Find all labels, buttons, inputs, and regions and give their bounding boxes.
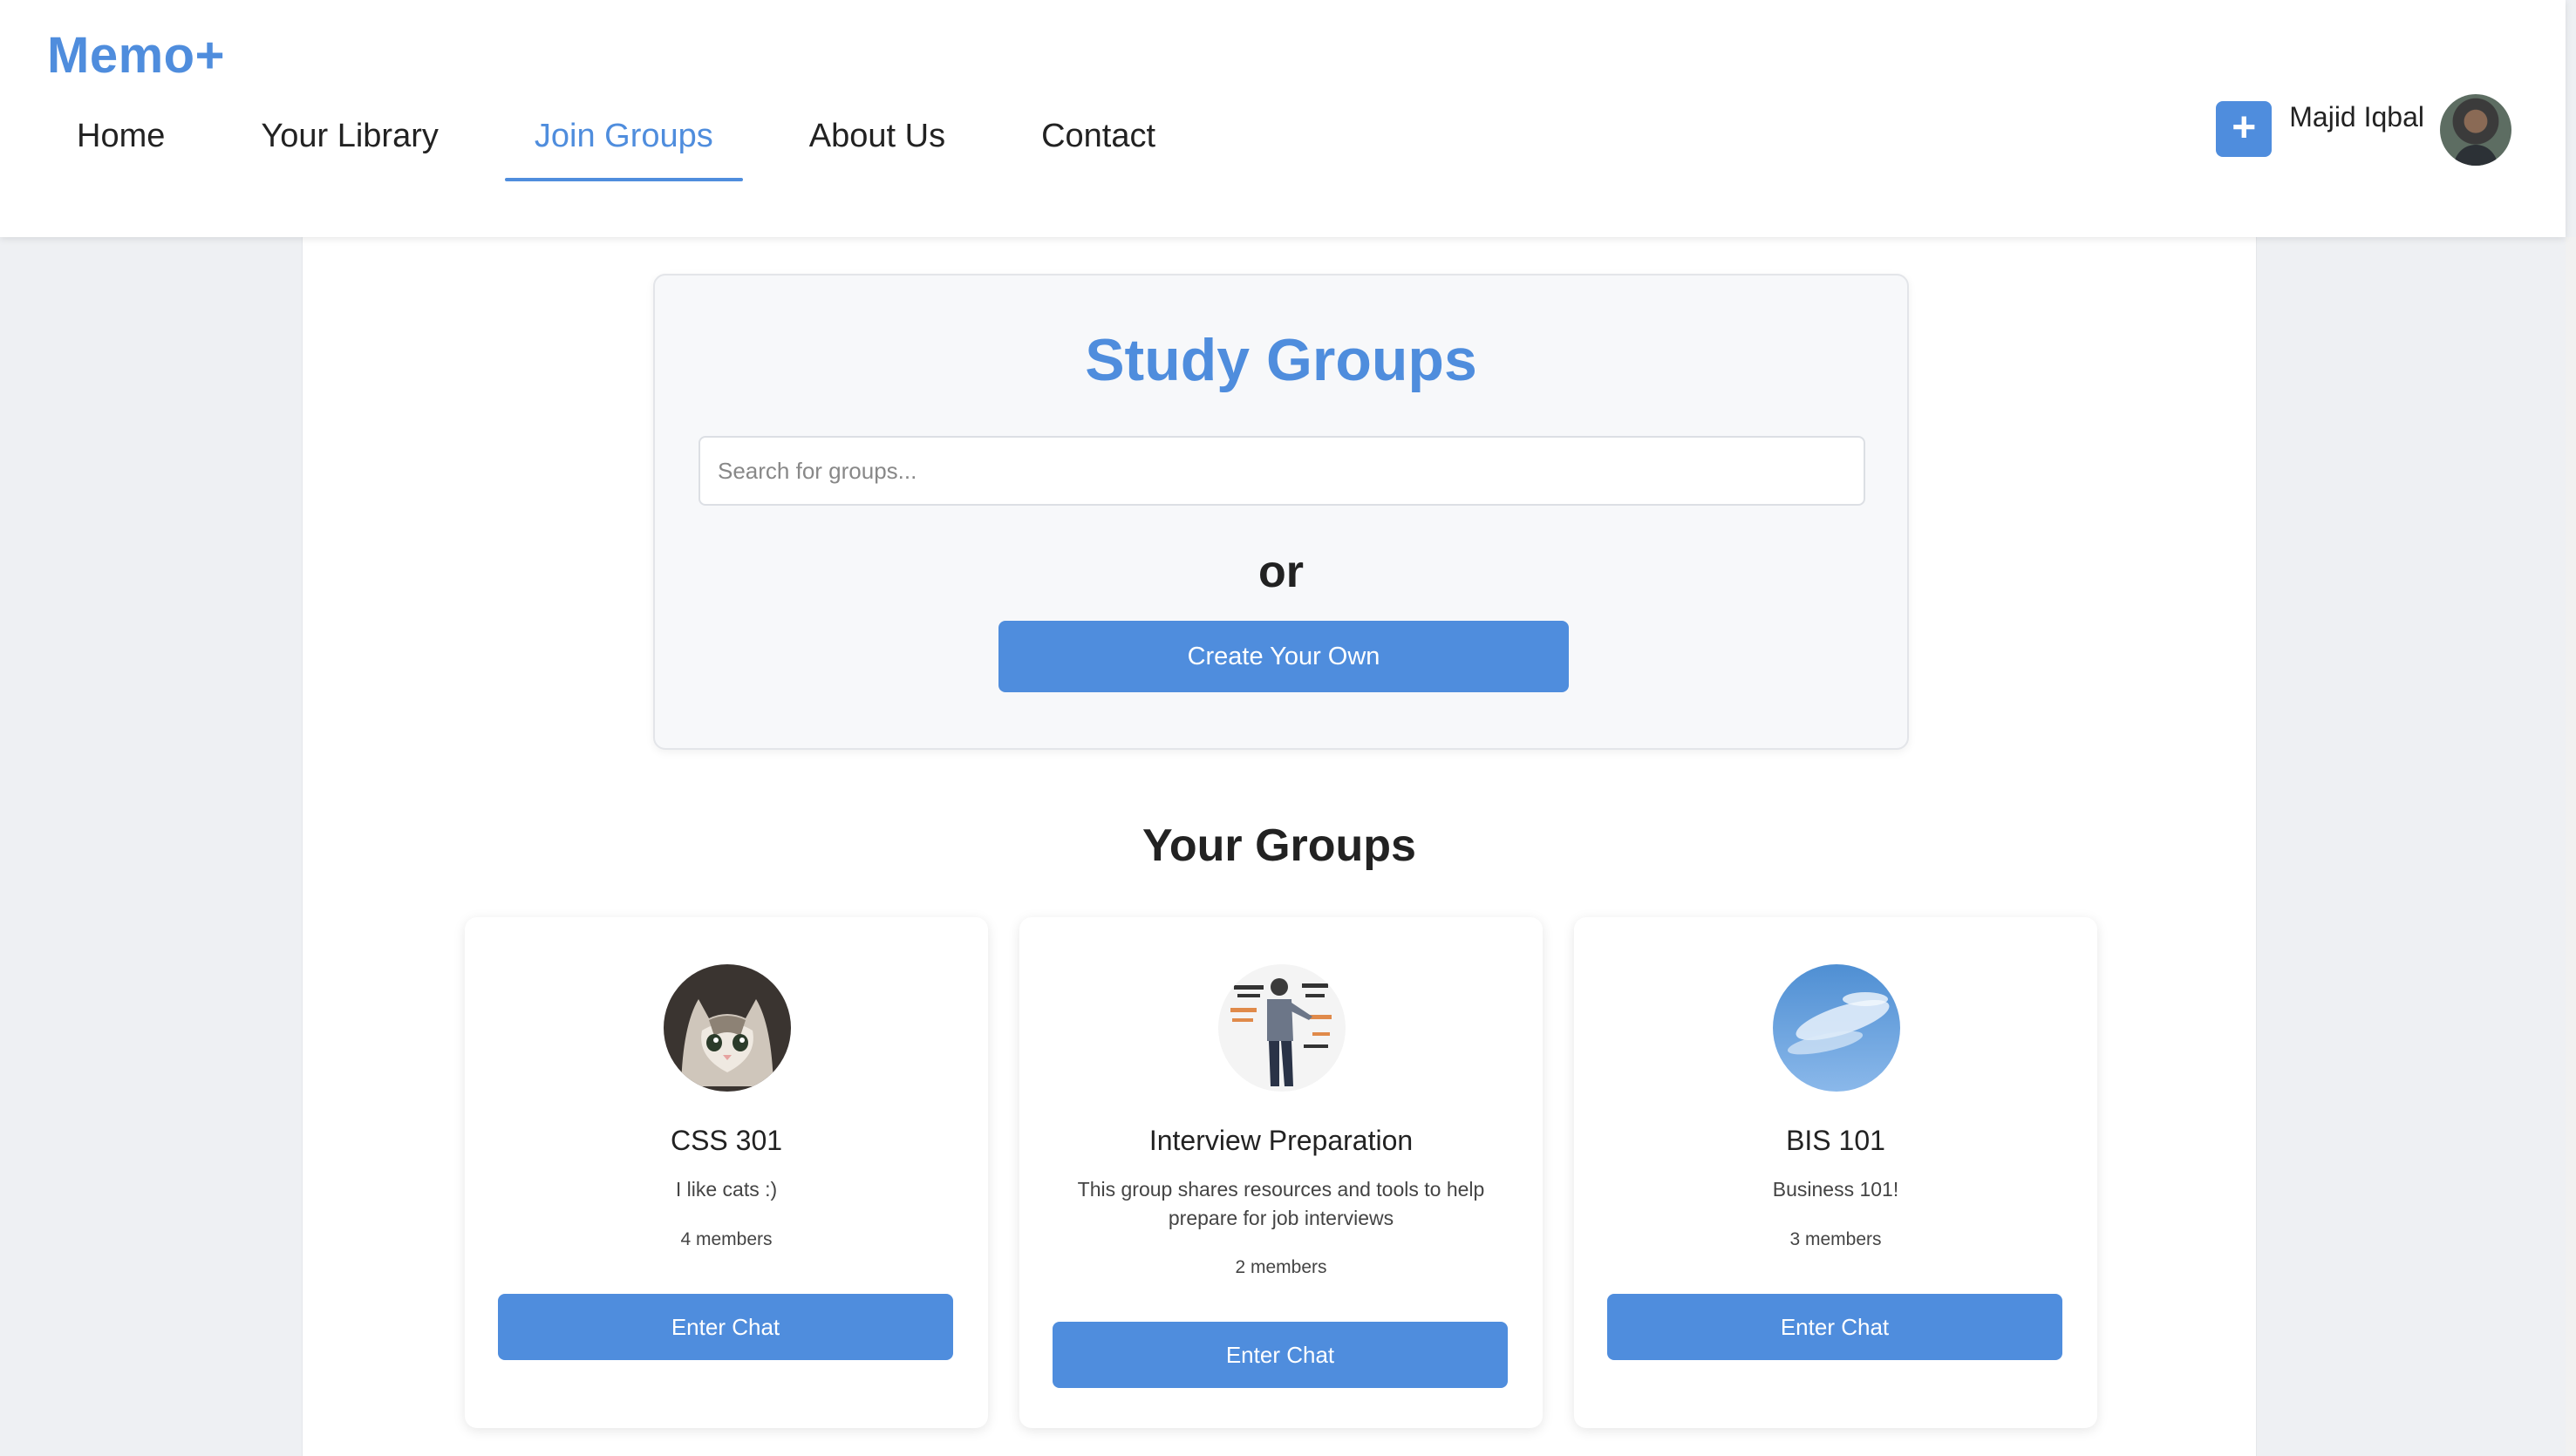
your-groups-heading: Your Groups [1142,820,1416,871]
page-scrollbar[interactable] [2566,237,2576,1456]
enter-chat-button[interactable]: Enter Chat [498,1294,953,1360]
group-search-input[interactable] [699,436,1865,506]
main-content: Study Groups or Create Your Own Your Gro… [302,237,2257,1456]
add-button[interactable]: + [2216,101,2273,157]
nav-contact[interactable]: Contact [1012,103,1185,181]
top-navigation-bar: Memo+ Home Your Library Join Groups Abou… [0,0,2566,237]
study-groups-card: Study Groups or Create Your Own [653,274,1909,750]
group-description: I like cats :) [675,1178,778,1201]
create-group-button[interactable]: Create Your Own [998,621,1569,692]
main-nav: Home Your Library Join Groups About Us C… [47,103,1222,181]
plus-icon: + [2232,105,2257,151]
nav-join-groups[interactable]: Join Groups [504,103,743,181]
brand-logo[interactable]: Memo+ [47,26,225,85]
enter-chat-button[interactable]: Enter Chat [1607,1294,2062,1360]
nav-your-library[interactable]: Your Library [231,103,468,181]
sky-icon [1773,964,1900,1092]
group-member-count: 2 members [1235,1257,1327,1277]
or-divider-text: or [1258,547,1304,597]
group-description: Business 101! [1772,1178,1899,1201]
user-area: + Majid Iqbal [2216,94,2511,166]
group-card: BIS 101 Business 101! 3 members Enter Ch… [1574,917,2097,1428]
group-name: Interview Preparation [1148,1125,1414,1156]
user-avatar[interactable] [2440,94,2511,166]
nav-home[interactable]: Home [47,103,194,181]
page-title: Study Groups [1085,327,1477,393]
enter-chat-button[interactable]: Enter Chat [1053,1322,1508,1388]
group-name: CSS 301 [670,1125,783,1156]
group-card: Interview Preparation This group shares … [1019,917,1543,1428]
group-member-count: 3 members [1789,1229,1882,1249]
group-description: This group shares resources and tools to… [1077,1178,1485,1229]
group-name: BIS 101 [1786,1125,1885,1156]
presenter-icon [1218,964,1346,1092]
user-name[interactable]: Majid Iqbal [2289,101,2424,133]
group-member-count: 4 members [680,1229,773,1249]
group-card: CSS 301 I like cats :) 4 members Enter C… [465,917,988,1428]
nav-about-us[interactable]: About Us [780,103,975,181]
cat-icon [664,964,791,1092]
